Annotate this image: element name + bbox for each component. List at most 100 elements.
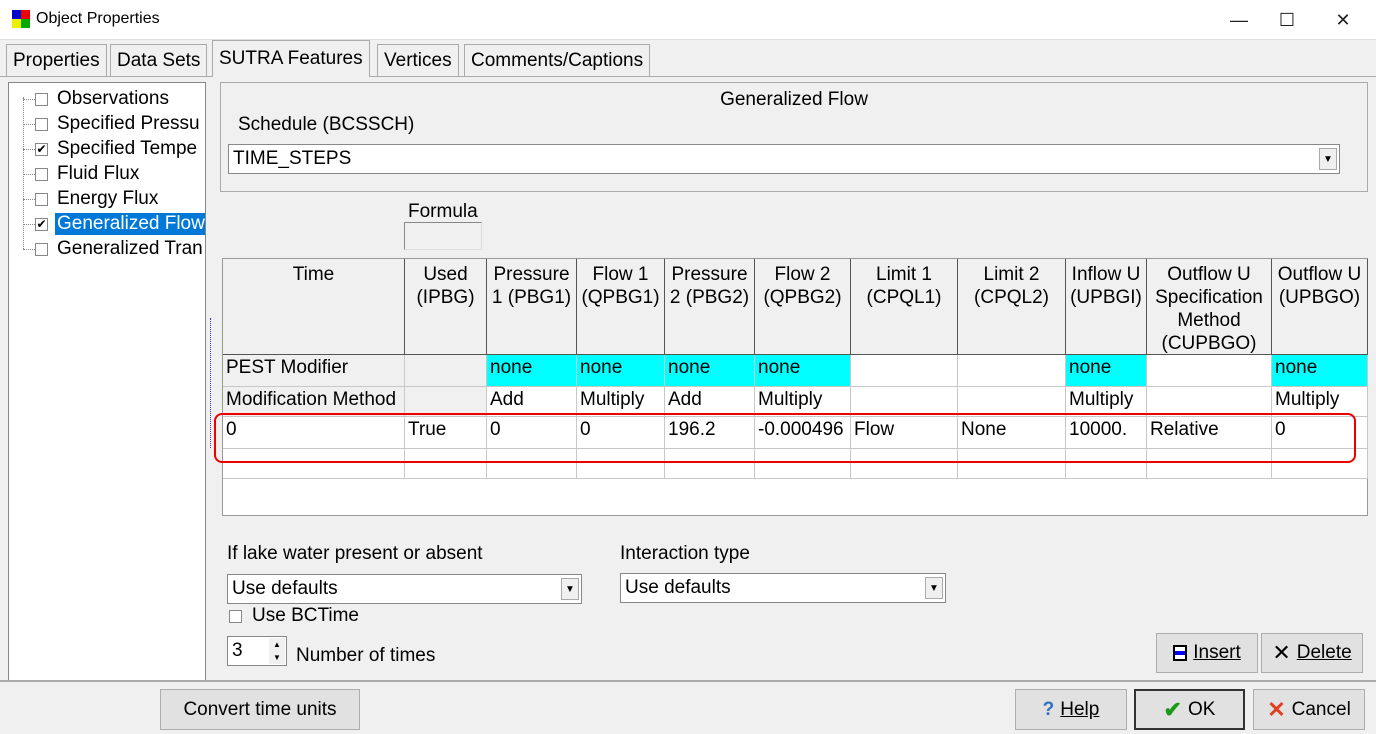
checkbox-icon[interactable]: [229, 609, 242, 623]
modification-method-cell[interactable]: [405, 387, 487, 417]
use-bctime-label: Use BCTime: [252, 605, 359, 626]
section-title: Generalized Flow: [720, 89, 868, 110]
empty-cell[interactable]: [1147, 449, 1272, 479]
tree-item[interactable]: ✔ Specified Tempe: [35, 137, 199, 161]
empty-cell[interactable]: [487, 449, 577, 479]
pest-modifier-cell[interactable]: none: [487, 355, 577, 387]
feature-tree[interactable]: Observations Specified Pressu ✔ Specified T…: [8, 82, 206, 682]
table-cell[interactable]: None: [958, 417, 1066, 449]
pest-modifier-cell[interactable]: [1147, 355, 1272, 387]
empty-cell[interactable]: [1066, 449, 1147, 479]
modification-method-cell[interactable]: Add: [487, 387, 577, 417]
modification-method-cell[interactable]: [958, 387, 1066, 417]
close-button[interactable]: ✕: [1320, 0, 1366, 40]
table-cell[interactable]: True: [405, 417, 487, 449]
maximize-button[interactable]: ☐: [1264, 0, 1310, 40]
checkbox-icon[interactable]: [35, 117, 48, 131]
empty-cell[interactable]: [223, 449, 405, 479]
modification-method-cell[interactable]: Multiply: [577, 387, 665, 417]
tree-item-label: Generalized Tran: [57, 238, 203, 259]
table-cell[interactable]: -0.000496: [755, 417, 851, 449]
checkbox-icon[interactable]: [35, 242, 48, 256]
spin-arrows-icon[interactable]: ▲ ▼: [269, 638, 285, 664]
tree-item[interactable]: Generalized Tran: [35, 237, 205, 261]
table-cell[interactable]: Relative: [1147, 417, 1272, 449]
schedule-select[interactable]: TIME_STEPS ▼: [228, 144, 1340, 174]
column-header: Used (IPBG): [405, 259, 487, 355]
number-of-times-stepper[interactable]: 3 ▲ ▼: [227, 636, 287, 666]
empty-cell[interactable]: [577, 449, 665, 479]
tab-properties[interactable]: Properties: [6, 44, 107, 76]
empty-cell[interactable]: [755, 449, 851, 479]
convert-time-units-button[interactable]: Convert time units: [160, 689, 360, 730]
number-of-times-value: 3: [232, 640, 243, 661]
column-header: Outflow U (UPBGO): [1272, 259, 1368, 355]
table-cell[interactable]: Flow: [851, 417, 958, 449]
cancel-button[interactable]: ✕ Cancel: [1253, 689, 1365, 730]
modification-method-cell[interactable]: [1147, 387, 1272, 417]
pest-modifier-cell[interactable]: none: [577, 355, 665, 387]
tab-vertices[interactable]: Vertices: [377, 44, 459, 76]
empty-cell[interactable]: [665, 449, 755, 479]
lake-select[interactable]: Use defaults ▼: [227, 574, 582, 604]
column-header: Inflow U (UPBGI): [1066, 259, 1147, 355]
pest-modifier-cell[interactable]: none: [755, 355, 851, 387]
checkbox-icon[interactable]: [35, 192, 48, 206]
column-header: Limit 1 (CPQL1): [851, 259, 958, 355]
checkbox-icon[interactable]: [35, 167, 48, 181]
window-title: Object Properties: [36, 10, 160, 27]
pest-modifier-cell[interactable]: [851, 355, 958, 387]
question-icon: ?: [1042, 698, 1055, 720]
help-button[interactable]: ? Help: [1015, 689, 1127, 730]
table-cell[interactable]: 196.2: [665, 417, 755, 449]
chevron-down-icon[interactable]: ▼: [925, 577, 943, 599]
chevron-down-icon[interactable]: ▼: [561, 578, 579, 600]
tree-item[interactable]: ✔ Generalized Flow: [35, 212, 205, 236]
column-header: Flow 2 (QPBG2): [755, 259, 851, 355]
title-bar: Object Properties — ☐ ✕: [0, 0, 1376, 40]
tree-item-label: Observations: [57, 88, 169, 109]
table-cell[interactable]: 0: [487, 417, 577, 449]
checkbox-icon[interactable]: ✔: [35, 142, 48, 156]
boundary-table[interactable]: Time Used (IPBG) Pressure 1 (PBG1) Flow 1 (…: [222, 258, 1368, 516]
formula-input[interactable]: [404, 222, 482, 250]
ok-button[interactable]: ✔ OK: [1134, 689, 1245, 730]
tab-sutra-features[interactable]: SUTRA Features: [212, 40, 370, 77]
tree-item[interactable]: Specified Pressu: [35, 112, 202, 136]
empty-cell[interactable]: [958, 449, 1066, 479]
empty-cell[interactable]: [1272, 449, 1368, 479]
insert-button[interactable]: Insert: [1156, 633, 1258, 673]
checkbox-icon[interactable]: [35, 92, 48, 106]
tree-item[interactable]: Observations: [35, 87, 171, 111]
use-bctime-checkbox[interactable]: Use BCTime: [229, 605, 359, 627]
minimize-button[interactable]: —: [1216, 0, 1262, 40]
table-cell[interactable]: 0: [223, 417, 405, 449]
pest-modifier-cell[interactable]: PEST Modifier: [223, 355, 405, 387]
pest-modifier-cell[interactable]: none: [1066, 355, 1147, 387]
splitter-handle[interactable]: [210, 318, 216, 448]
checkbox-icon[interactable]: ✔: [35, 217, 48, 231]
empty-cell[interactable]: [851, 449, 958, 479]
tree-item[interactable]: Energy Flux: [35, 187, 160, 211]
app-icon: [12, 10, 30, 28]
modification-method-cell[interactable]: Multiply: [1066, 387, 1147, 417]
modification-method-cell[interactable]: Modification Method: [223, 387, 405, 417]
pest-modifier-cell[interactable]: none: [1272, 355, 1368, 387]
tree-item[interactable]: Fluid Flux: [35, 162, 141, 186]
tab-comments-captions[interactable]: Comments/Captions: [464, 44, 651, 76]
empty-cell[interactable]: [405, 449, 487, 479]
tab-data-sets[interactable]: Data Sets: [110, 44, 208, 76]
table-cell[interactable]: 0: [1272, 417, 1368, 449]
chevron-down-icon[interactable]: ▼: [1319, 148, 1337, 170]
modification-method-cell[interactable]: Multiply: [1272, 387, 1368, 417]
table-cell[interactable]: 10000.: [1066, 417, 1147, 449]
modification-method-cell[interactable]: Multiply: [755, 387, 851, 417]
pest-modifier-cell[interactable]: none: [665, 355, 755, 387]
interaction-select[interactable]: Use defaults ▼: [620, 573, 946, 603]
pest-modifier-cell[interactable]: [958, 355, 1066, 387]
delete-button[interactable]: ✕ Delete: [1261, 633, 1363, 673]
table-cell[interactable]: 0: [577, 417, 665, 449]
modification-method-cell[interactable]: [851, 387, 958, 417]
pest-modifier-cell[interactable]: [405, 355, 487, 387]
modification-method-cell[interactable]: Add: [665, 387, 755, 417]
